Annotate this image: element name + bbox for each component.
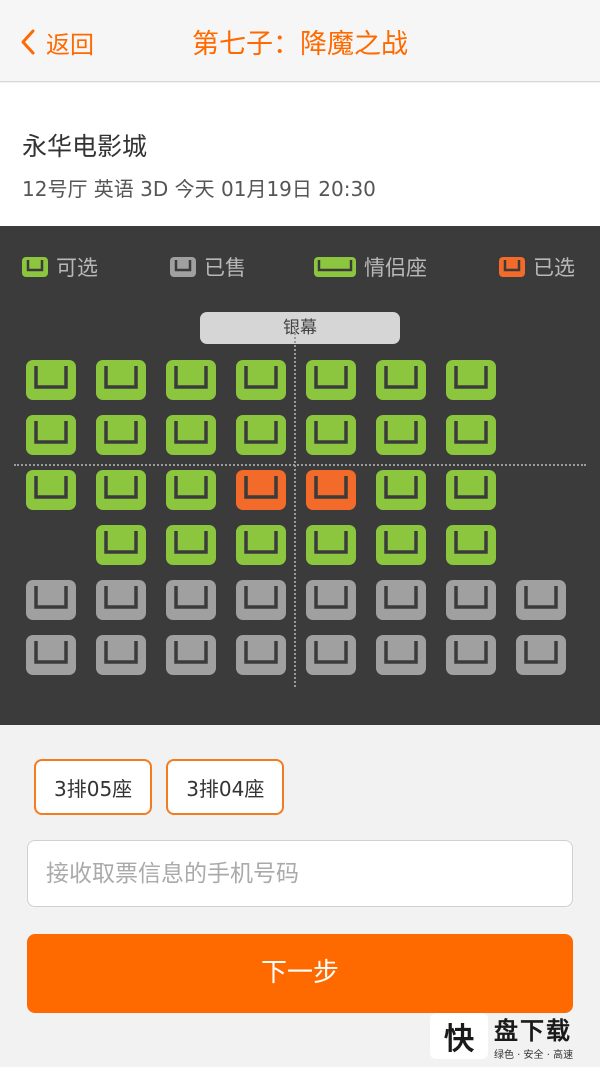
sold-seat (375, 579, 427, 621)
available-seat[interactable] (375, 414, 427, 456)
sold-seat (305, 634, 357, 676)
selected-seat-chip[interactable]: 3排04座 (166, 759, 285, 815)
showtime-info: 12号厅 英语 3D 今天 01月19日 20:30 (22, 177, 376, 201)
sold-seat (515, 634, 567, 676)
legend-available: 可选 (22, 252, 98, 282)
available-seat[interactable] (445, 359, 497, 401)
available-seat[interactable] (305, 524, 357, 566)
available-seat[interactable] (95, 359, 147, 401)
next-step-button[interactable]: 下一步 (27, 934, 573, 1013)
sold-seat (305, 579, 357, 621)
available-seat[interactable] (25, 414, 77, 456)
sold-seat (95, 634, 147, 676)
available-seat[interactable] (165, 414, 217, 456)
available-seat[interactable] (305, 414, 357, 456)
watermark-title: 盘下载 (494, 1017, 572, 1045)
sold-seat (375, 634, 427, 676)
available-seat[interactable] (25, 359, 77, 401)
available-seat-icon (22, 257, 48, 277)
sold-seat (235, 634, 287, 676)
sold-seat (95, 579, 147, 621)
available-seat[interactable] (95, 414, 147, 456)
selected-seat[interactable] (235, 469, 287, 511)
sold-seat (25, 579, 77, 621)
sold-seat-icon (170, 257, 196, 277)
watermark-subtitle: 绿色 · 安全 · 高速 (494, 1050, 574, 1061)
cinema-info-panel: 永华电影城 12号厅 英语 3D 今天 01月19日 20:30 (0, 83, 600, 226)
phone-number-input[interactable] (27, 840, 573, 907)
available-seat[interactable] (235, 524, 287, 566)
legend-selected: 已选 (499, 252, 575, 282)
top-bar: 返回 第七子：降魔之战 (0, 0, 600, 82)
available-seat[interactable] (375, 524, 427, 566)
watermark-logo: 快 盘下载 绿色 · 安全 · 高速 (430, 1010, 598, 1062)
sold-seat (445, 634, 497, 676)
selected-seat[interactable] (305, 469, 357, 511)
seat-map: 可选 已售 情侣座 已选 银幕 (0, 226, 600, 725)
selected-seats-list: 3排05座 3排04座 (34, 759, 285, 815)
available-seat[interactable] (375, 469, 427, 511)
available-seat[interactable] (445, 524, 497, 566)
available-seat[interactable] (25, 469, 77, 511)
legend-couple: 情侣座 (314, 252, 427, 282)
legend-sold: 已售 (170, 252, 246, 282)
available-seat[interactable] (165, 359, 217, 401)
watermark-icon: 快 (430, 1013, 488, 1059)
sold-seat (165, 579, 217, 621)
available-seat[interactable] (95, 524, 147, 566)
available-seat[interactable] (165, 524, 217, 566)
available-seat[interactable] (235, 414, 287, 456)
cinema-name: 永华电影城 (22, 132, 148, 161)
center-horizontal-guide (14, 464, 586, 466)
available-seat[interactable] (375, 359, 427, 401)
available-seat[interactable] (235, 359, 287, 401)
available-seat[interactable] (305, 359, 357, 401)
available-seat[interactable] (445, 469, 497, 511)
sold-seat (445, 579, 497, 621)
sold-seat (165, 634, 217, 676)
couple-seat-icon (314, 257, 356, 277)
sold-seat (25, 634, 77, 676)
page-title: 第七子：降魔之战 (192, 29, 408, 60)
selected-seat-chip[interactable]: 3排05座 (34, 759, 153, 815)
available-seat[interactable] (165, 469, 217, 511)
center-vertical-guide (294, 322, 296, 687)
available-seat[interactable] (445, 414, 497, 456)
sold-seat (235, 579, 287, 621)
sold-seat (515, 579, 567, 621)
available-seat[interactable] (95, 469, 147, 511)
screen-label: 银幕 (200, 312, 400, 344)
selected-seat-icon (499, 257, 525, 277)
